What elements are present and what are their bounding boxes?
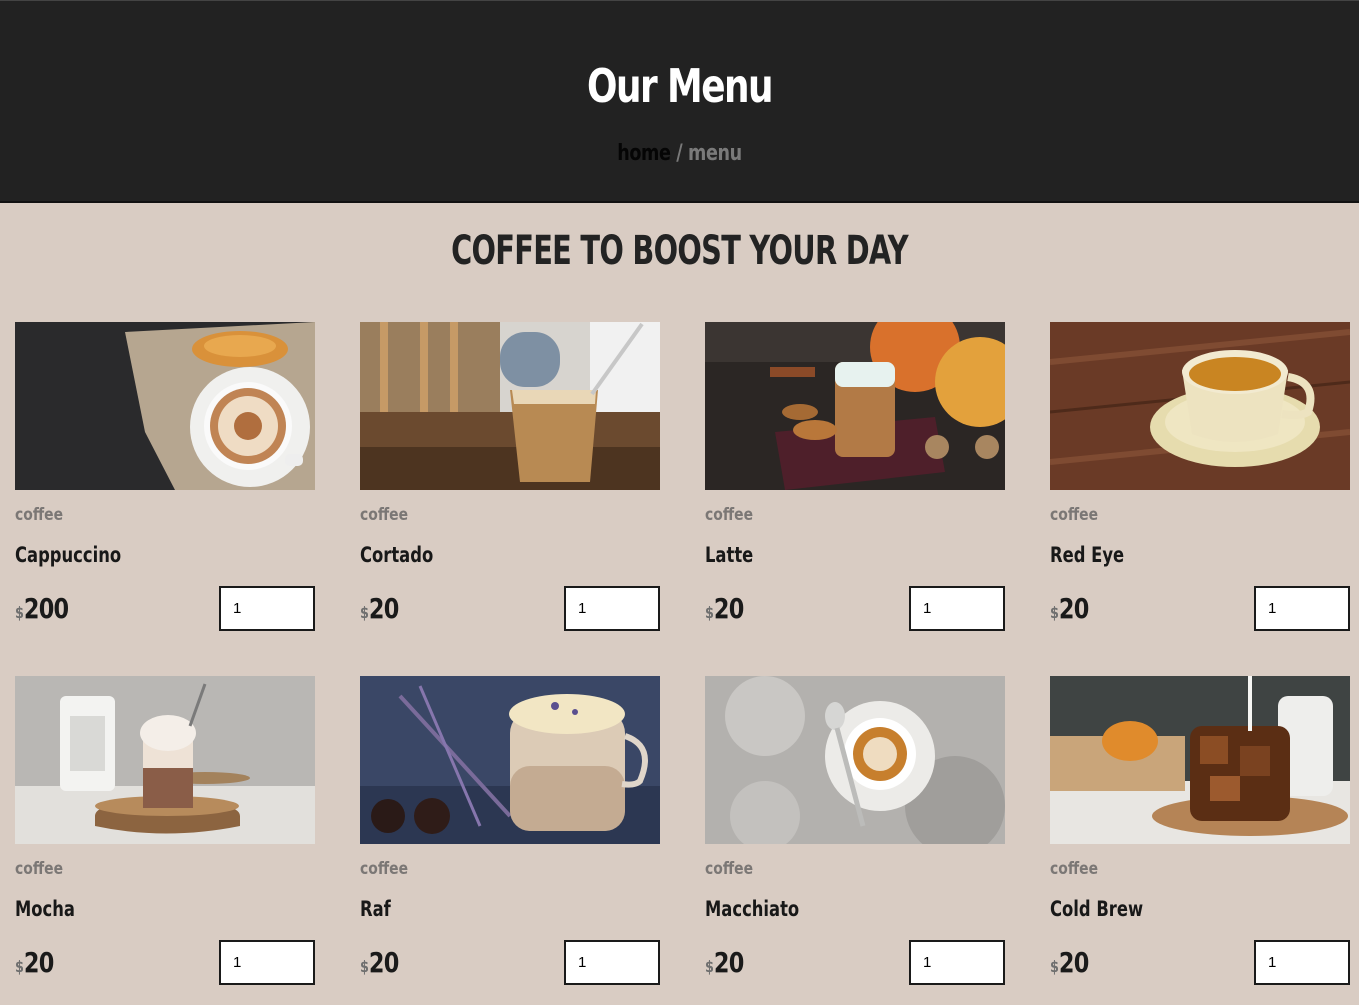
product-category: coffee: [1050, 859, 1099, 879]
product-image[interactable]: [15, 676, 315, 844]
product-grid: coffee Cappuccino $200 coffee Cortado: [15, 322, 1350, 990]
macchiato-photo: [705, 676, 1005, 844]
price-amount: 20: [1058, 946, 1089, 979]
product-category: coffee: [15, 505, 64, 525]
product-category: coffee: [1050, 505, 1099, 525]
product-price: $20: [705, 946, 744, 979]
product-price: $20: [705, 592, 744, 625]
breadcrumb-separator: /: [670, 141, 689, 166]
product-image[interactable]: [360, 322, 660, 490]
cappuccino-photo: [15, 322, 315, 490]
product-price: $200: [15, 592, 69, 625]
page-title: Our Menu: [587, 59, 773, 113]
product-image[interactable]: [1050, 676, 1350, 844]
product-name: Cortado: [360, 543, 434, 567]
quantity-input[interactable]: [564, 586, 660, 631]
product-price: $20: [360, 946, 399, 979]
product-card: coffee Mocha $20: [15, 676, 315, 990]
product-name: Latte: [705, 543, 754, 567]
currency-symbol: $: [15, 603, 24, 622]
product-name: Macchiato: [705, 897, 800, 921]
product-name: Cappuccino: [15, 543, 122, 567]
quantity-input[interactable]: [219, 940, 315, 985]
product-card: coffee Cappuccino $200: [15, 322, 315, 636]
price-amount: 20: [1058, 592, 1089, 625]
currency-symbol: $: [1050, 957, 1059, 976]
section-title: COFFEE TO BOOST YOUR DAY: [451, 228, 908, 274]
quantity-input[interactable]: [1254, 586, 1350, 631]
product-price: $20: [15, 946, 54, 979]
product-category: coffee: [360, 505, 409, 525]
latte-photo: [705, 322, 1005, 490]
quantity-input[interactable]: [1254, 940, 1350, 985]
product-image[interactable]: [1050, 322, 1350, 490]
currency-symbol: $: [705, 957, 714, 976]
price-amount: 20: [713, 946, 744, 979]
cortado-photo: [360, 322, 660, 490]
page-header: Our Menu home / menu: [0, 0, 1359, 203]
red-eye-photo: [1050, 322, 1350, 490]
product-name: Mocha: [15, 897, 75, 921]
product-name: Cold Brew: [1050, 897, 1144, 921]
breadcrumb-current: menu: [688, 141, 742, 166]
price-amount: 20: [368, 592, 399, 625]
product-price: $20: [1050, 592, 1089, 625]
currency-symbol: $: [360, 603, 369, 622]
product-card: coffee Cold Brew $20: [1050, 676, 1350, 990]
product-category: coffee: [705, 859, 754, 879]
breadcrumb-home-link[interactable]: home: [617, 141, 671, 166]
product-card: coffee Macchiato $20: [705, 676, 1005, 990]
product-price: $20: [360, 592, 399, 625]
raf-photo: [360, 676, 660, 844]
price-amount: 200: [23, 592, 69, 625]
product-image[interactable]: [360, 676, 660, 844]
product-card: coffee Raf $20: [360, 676, 660, 990]
quantity-input[interactable]: [219, 586, 315, 631]
price-amount: 20: [23, 946, 54, 979]
currency-symbol: $: [1050, 603, 1059, 622]
cold-brew-photo: [1050, 676, 1350, 844]
currency-symbol: $: [15, 957, 24, 976]
product-price: $20: [1050, 946, 1089, 979]
product-image[interactable]: [705, 322, 1005, 490]
price-amount: 20: [368, 946, 399, 979]
product-card: coffee Cortado $20: [360, 322, 660, 636]
quantity-input[interactable]: [909, 586, 1005, 631]
quantity-input[interactable]: [564, 940, 660, 985]
product-category: coffee: [705, 505, 754, 525]
product-card: coffee Latte $20: [705, 322, 1005, 636]
quantity-input[interactable]: [909, 940, 1005, 985]
mocha-photo: [15, 676, 315, 844]
currency-symbol: $: [705, 603, 714, 622]
product-name: Raf: [360, 897, 391, 921]
product-category: coffee: [15, 859, 64, 879]
product-card: coffee Red Eye $20: [1050, 322, 1350, 636]
currency-symbol: $: [360, 957, 369, 976]
product-name: Red Eye: [1050, 543, 1125, 567]
product-image[interactable]: [705, 676, 1005, 844]
product-image[interactable]: [15, 322, 315, 490]
breadcrumb: home / menu: [136, 141, 1223, 166]
price-amount: 20: [713, 592, 744, 625]
product-category: coffee: [360, 859, 409, 879]
